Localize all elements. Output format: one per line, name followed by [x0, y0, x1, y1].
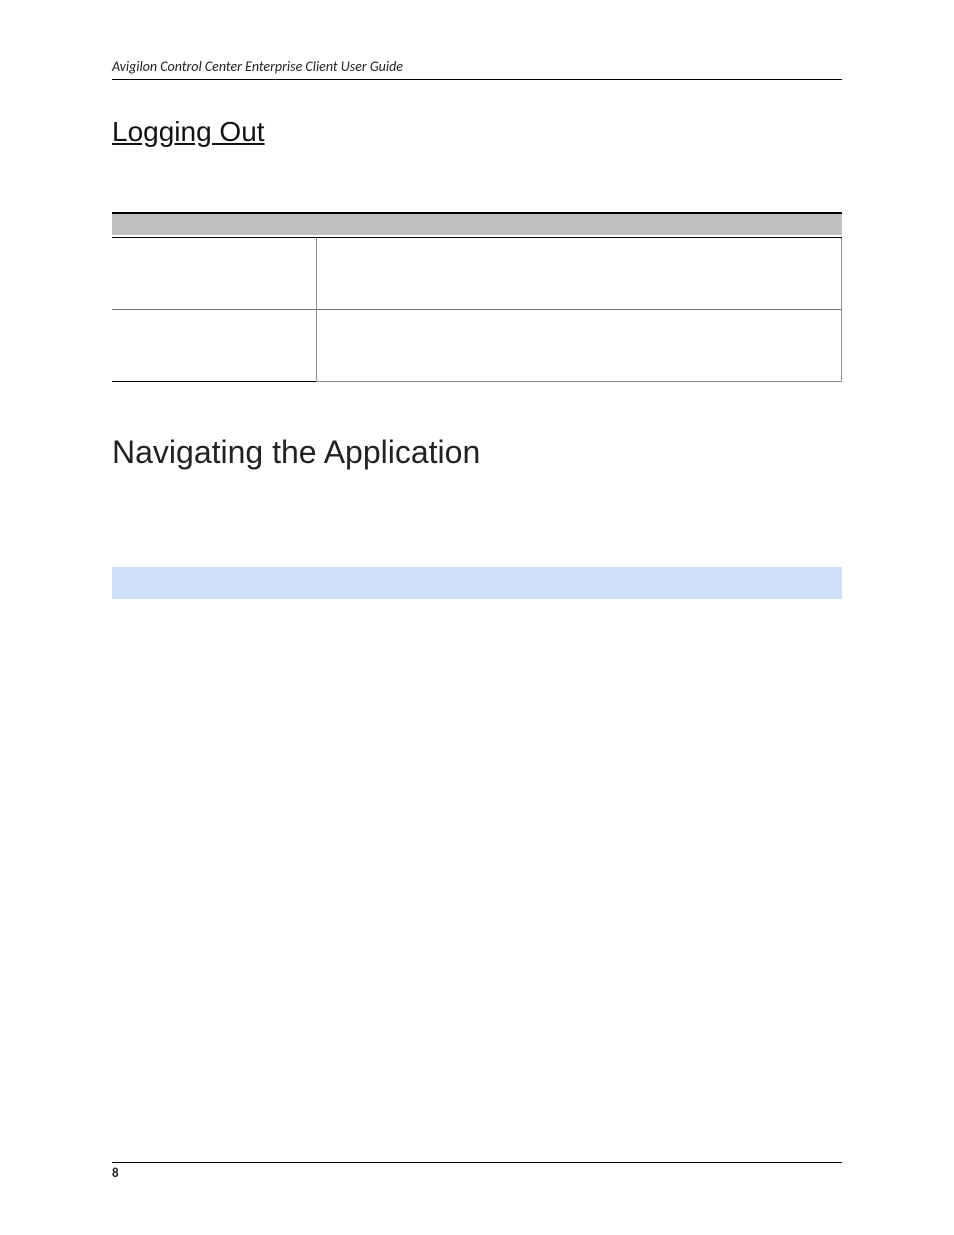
- footer-rule: [112, 1162, 842, 1163]
- highlight-bar: [112, 567, 842, 599]
- table-row: [112, 309, 842, 381]
- section-heading-logging-out: Logging Out: [112, 116, 842, 148]
- section-heading-navigating: Navigating the Application: [112, 434, 842, 471]
- table-header-cell-2: [316, 213, 841, 235]
- table-row: [112, 237, 842, 309]
- table-cell: [316, 309, 841, 381]
- table-cell: [316, 237, 841, 309]
- table-cell: [112, 309, 316, 381]
- table-cell: [112, 237, 316, 309]
- table-header-row: [112, 213, 842, 235]
- table-header-cell-1: [112, 213, 316, 235]
- header-rule: [112, 79, 842, 80]
- running-header: Avigilon Control Center Enterprise Clien…: [112, 58, 842, 79]
- logging-out-table: [112, 212, 842, 382]
- page-footer: 8: [112, 1162, 842, 1181]
- page-number: 8: [112, 1166, 842, 1181]
